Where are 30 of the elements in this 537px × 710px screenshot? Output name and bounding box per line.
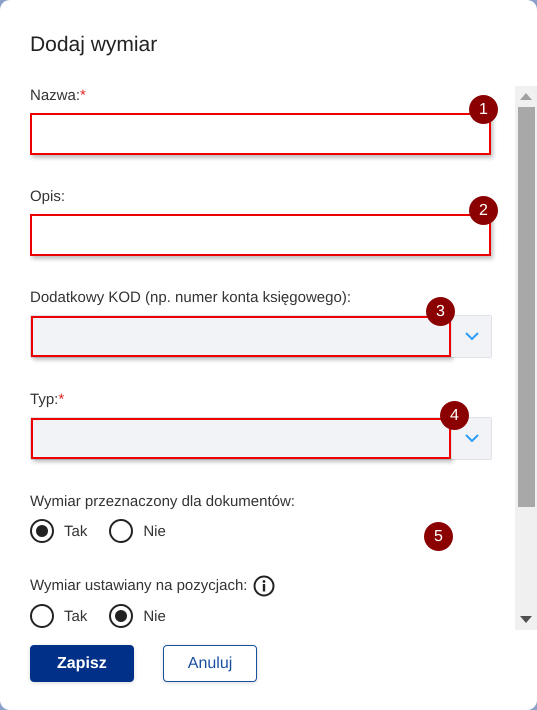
scroll-down-icon[interactable] <box>520 616 532 623</box>
radio-icon[interactable] <box>109 604 134 628</box>
number-badge: 4 <box>440 401 469 430</box>
info-icon[interactable] <box>253 575 276 597</box>
cancel-button[interactable]: Anuluj <box>162 645 258 682</box>
save-button[interactable]: Zapisz <box>30 645 134 682</box>
scrollbar[interactable] <box>515 86 537 630</box>
radio-option[interactable]: Tak <box>30 519 88 543</box>
group-label: Wymiar przeznaczony dla dokumentów: <box>30 492 295 512</box>
text-field[interactable] <box>30 214 491 256</box>
number-badge: 2 <box>469 196 498 225</box>
field-label: Typ:* <box>30 390 66 410</box>
field-label: Opis: <box>30 187 66 207</box>
field-label: Nazwa:* <box>30 86 87 106</box>
field-label: Dodatkowy KOD (np. numer konta księgowego): <box>30 288 352 308</box>
scrollbar-thumb[interactable] <box>518 107 534 507</box>
text-field[interactable] <box>30 113 491 155</box>
group-label: Wymiar ustawiany na pozycjach: <box>30 576 248 596</box>
radio-option[interactable]: Nie <box>109 519 166 543</box>
chevron-down-icon[interactable] <box>451 418 491 459</box>
dialog-title: Dodaj wymiar <box>29 32 158 58</box>
number-badge: 1 <box>469 95 498 124</box>
radio-icon[interactable] <box>109 519 134 543</box>
radio-option[interactable]: Tak <box>30 604 88 628</box>
radio-icon[interactable] <box>30 519 54 543</box>
radio-icon[interactable] <box>30 604 54 628</box>
scroll-up-icon[interactable] <box>520 93 532 100</box>
number-badge: 3 <box>426 297 455 326</box>
number-badge: 5 <box>424 522 453 551</box>
radio-option[interactable]: Nie <box>109 604 166 628</box>
